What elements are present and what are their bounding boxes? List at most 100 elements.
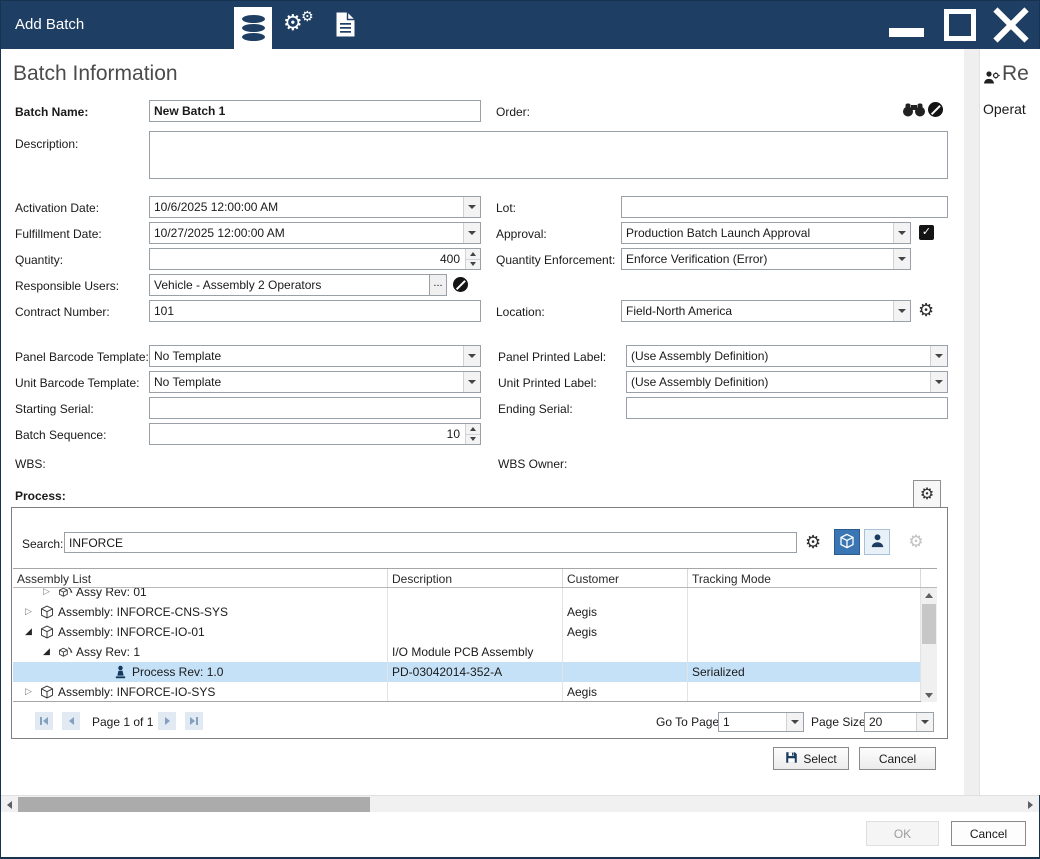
description-label: Description: — [15, 137, 78, 151]
description-input[interactable] — [149, 131, 948, 179]
wbs-label: WBS: — [15, 457, 46, 471]
chevron-down-icon[interactable] — [916, 713, 933, 731]
panel-barcode-template-combo[interactable]: No Template — [149, 345, 481, 367]
quantity-enforcement-combo[interactable]: Enforce Verification (Error) — [621, 248, 911, 270]
search-gear-icon[interactable]: ⚙ — [805, 532, 821, 553]
column-header-assembly-list[interactable]: Assembly List — [13, 569, 388, 587]
right-panel-section-label: Operat — [983, 101, 1026, 117]
ok-button[interactable]: OK — [866, 821, 939, 846]
chevron-down-icon[interactable] — [463, 346, 480, 366]
next-page-button[interactable] — [158, 712, 176, 730]
process-settings-button[interactable]: ⚙ — [913, 480, 941, 508]
location-gear-icon[interactable]: ⚙ — [918, 300, 934, 321]
assembly-rev-icon — [56, 644, 73, 660]
horizontal-scrollbar[interactable] — [1, 795, 1039, 812]
scrollbar-thumb[interactable] — [18, 797, 370, 812]
expander-icon[interactable] — [40, 588, 53, 597]
cancel-button[interactable]: Cancel — [951, 821, 1026, 846]
column-header-customer[interactable]: Customer — [563, 569, 688, 587]
window-title: Add Batch — [15, 16, 84, 33]
scroll-left-button[interactable] — [1, 796, 18, 813]
process-icon — [112, 664, 129, 680]
table-row[interactable]: Assembly: INFORCE-CNS-SYS Aegis — [13, 602, 921, 622]
page-size-combo[interactable]: 20 — [864, 712, 934, 732]
fulfillment-date-combo[interactable]: 10/27/2025 12:00:00 AM — [149, 222, 481, 244]
panel-printed-label-combo[interactable]: (Use Assembly Definition) — [626, 345, 948, 367]
contract-number-label: Contract Number: — [15, 305, 110, 319]
responsible-users-clear-icon[interactable] — [453, 277, 468, 292]
starting-serial-input[interactable] — [149, 397, 481, 419]
gear-icon: ⚙ — [908, 532, 923, 552]
scroll-down-button[interactable] — [921, 688, 937, 702]
wbs-owner-label: WBS Owner: — [498, 457, 567, 471]
location-combo[interactable]: Field-North America — [621, 300, 911, 322]
batch-name-input[interactable] — [149, 100, 481, 122]
grid-vertical-scrollbar[interactable] — [921, 588, 937, 702]
chevron-down-icon[interactable] — [463, 372, 480, 392]
save-icon — [785, 751, 798, 767]
lot-input[interactable] — [621, 196, 948, 218]
expander-icon[interactable] — [22, 627, 35, 637]
table-row[interactable]: Assembly: INFORCE-IO-01 Aegis — [13, 622, 921, 642]
approval-check-icon[interactable] — [919, 225, 934, 240]
quantity-stepper[interactable]: 400 — [149, 248, 481, 270]
unit-barcode-template-combo[interactable]: No Template — [149, 371, 481, 393]
chevron-down-icon[interactable] — [930, 372, 947, 392]
chevron-down-icon[interactable] — [893, 249, 910, 269]
person-icon — [870, 533, 885, 551]
grid-header: Assembly List Description Customer Track… — [13, 568, 937, 588]
order-label: Order: — [496, 105, 530, 119]
chevron-down-icon[interactable] — [786, 713, 803, 731]
scroll-right-button[interactable] — [1022, 796, 1039, 813]
table-row-selected[interactable]: Process Rev: 1.0 PD-03042014-352-A Seria… — [13, 662, 921, 682]
panel-cancel-button[interactable]: Cancel — [859, 747, 936, 770]
spin-down-button[interactable] — [466, 259, 480, 270]
chevron-down-icon[interactable] — [463, 223, 480, 243]
settings-button-disabled[interactable]: ⚙ — [903, 529, 929, 555]
minimize-button[interactable] — [889, 28, 924, 37]
go-to-page-combo[interactable]: 1 — [718, 712, 804, 732]
unit-printed-label-combo[interactable]: (Use Assembly Definition) — [626, 371, 948, 393]
responsible-users-browse-button[interactable]: ... — [429, 274, 447, 296]
scrollbar-thumb[interactable] — [922, 604, 936, 644]
search-input[interactable] — [64, 532, 797, 553]
table-row[interactable]: Assy Rev: 01 — [13, 588, 921, 602]
chevron-down-icon[interactable] — [463, 197, 480, 217]
last-page-button[interactable] — [185, 712, 203, 730]
chevron-down-icon[interactable] — [893, 223, 910, 243]
close-button[interactable] — [991, 5, 1031, 45]
spin-down-button[interactable] — [466, 434, 480, 445]
chevron-down-icon[interactable] — [930, 346, 947, 366]
operator-filter-toggle[interactable] — [864, 529, 890, 555]
splitter[interactable] — [964, 49, 979, 795]
table-row[interactable]: Assy Rev: 1 I/O Module PCB Assembly — [13, 642, 921, 662]
spin-up-button[interactable] — [466, 424, 480, 434]
binoculars-icon[interactable] — [902, 102, 926, 120]
document-icon[interactable] — [335, 11, 356, 38]
chevron-down-icon[interactable] — [893, 301, 910, 321]
page-indicator: Page 1 of 1 — [92, 715, 153, 729]
ending-serial-input[interactable] — [626, 397, 948, 419]
expander-icon[interactable] — [22, 607, 35, 617]
column-header-tracking-mode[interactable]: Tracking Mode — [688, 569, 921, 587]
batch-sequence-stepper[interactable]: 10 — [149, 423, 481, 445]
activation-date-combo[interactable]: 10/6/2025 12:00:00 AM — [149, 196, 481, 218]
panel-printed-label-label: Panel Printed Label: — [498, 350, 606, 364]
approval-combo[interactable]: Production Batch Launch Approval — [621, 222, 911, 244]
expander-icon[interactable] — [22, 687, 35, 697]
contract-number-input[interactable] — [149, 300, 481, 322]
column-header-description[interactable]: Description — [388, 569, 563, 587]
order-clear-icon[interactable] — [928, 102, 943, 117]
responsible-users-input[interactable] — [149, 274, 430, 296]
first-page-button[interactable] — [35, 712, 53, 730]
batch-data-tab[interactable] — [234, 7, 272, 49]
expander-icon[interactable] — [40, 647, 53, 657]
maximize-button[interactable] — [944, 9, 976, 41]
assembly-filter-toggle[interactable] — [834, 529, 860, 555]
spin-up-button[interactable] — [466, 249, 480, 259]
previous-page-button[interactable] — [62, 712, 80, 730]
table-row[interactable]: Assembly: INFORCE-IO-SYS Aegis — [13, 682, 921, 702]
gears-icon[interactable]: ⚙ ⚙ — [283, 10, 319, 42]
scroll-up-button[interactable] — [921, 588, 937, 602]
select-button[interactable]: Select — [773, 747, 849, 770]
